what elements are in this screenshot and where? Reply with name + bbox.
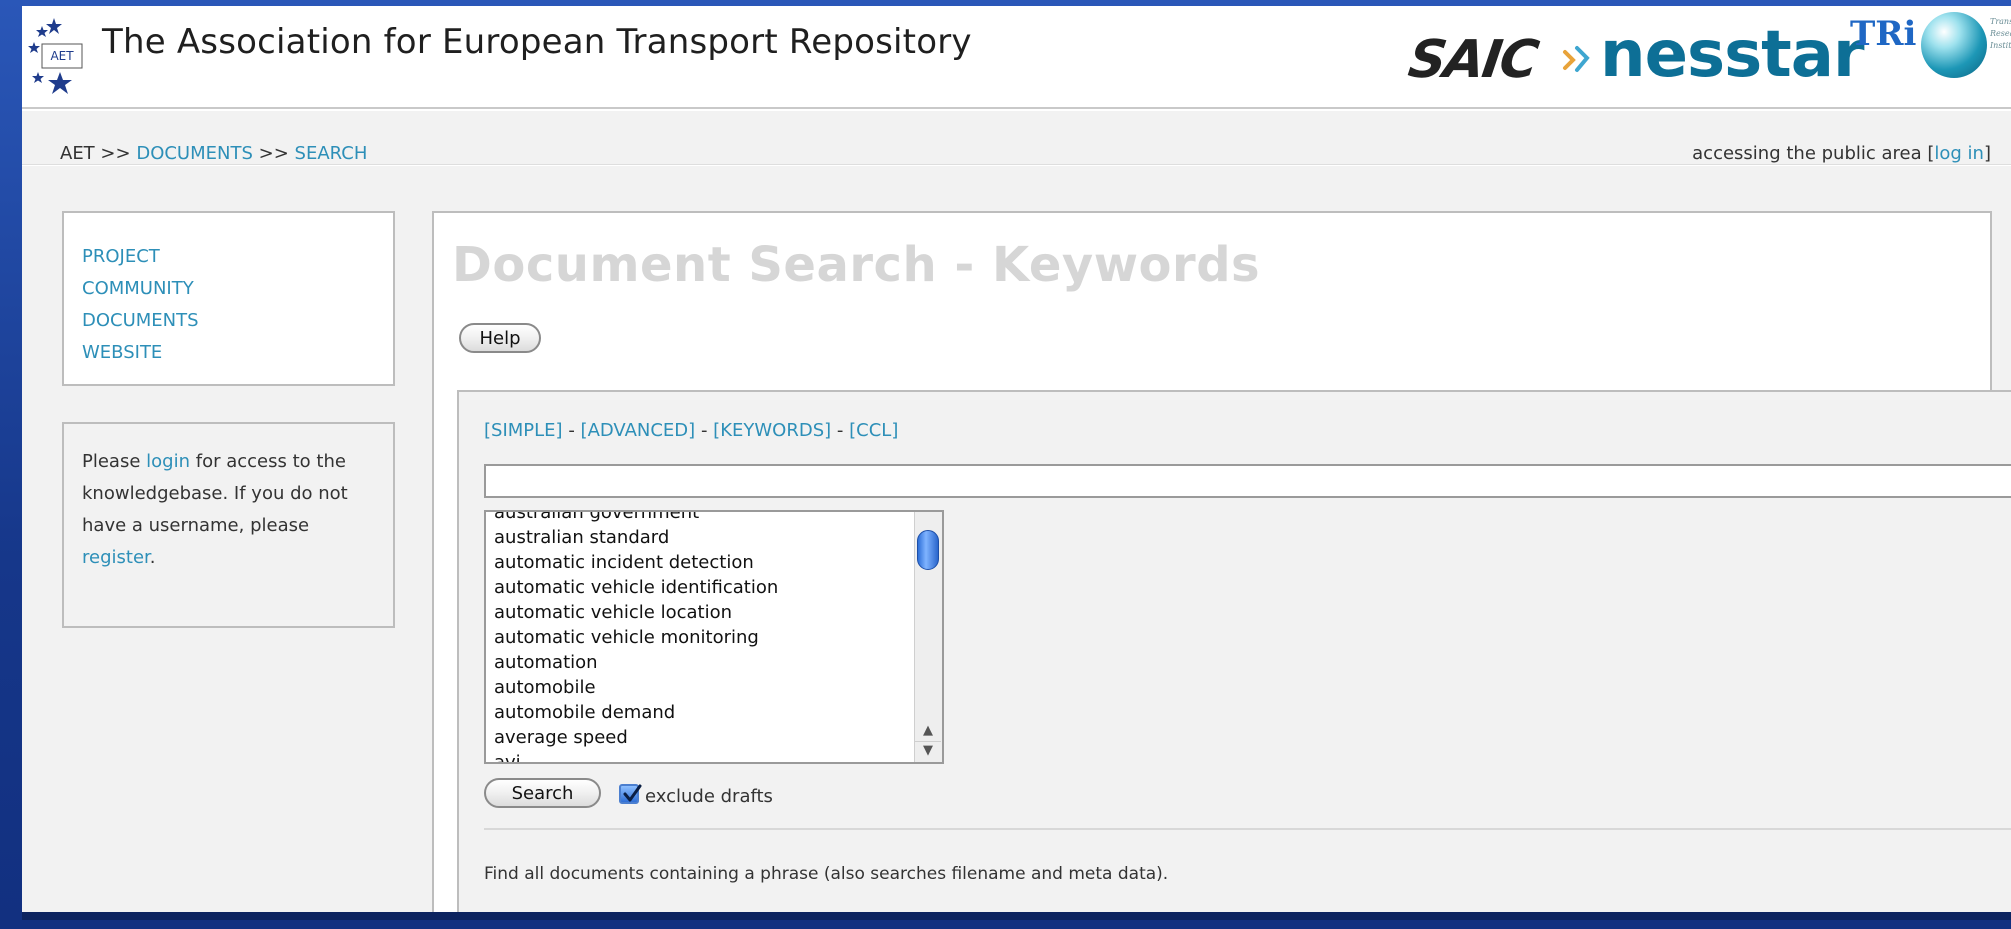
search-button[interactable]: Search <box>484 778 601 808</box>
login-notice: Please login for access to the knowledge… <box>62 422 395 628</box>
login-link[interactable]: login <box>146 451 190 472</box>
browser-window: AET The Association for European Transpo… <box>22 6 2011 912</box>
keyword-option[interactable]: automatic vehicle location <box>494 600 909 625</box>
exclude-drafts-checkbox[interactable] <box>619 784 642 804</box>
nesstar-logo: nesstar <box>1600 18 1864 92</box>
scroll-thumb[interactable] <box>917 530 939 570</box>
tri-globe-icon <box>1921 12 1987 78</box>
keyword-option[interactable]: automatic vehicle identification <box>494 575 909 600</box>
keyword-option[interactable]: australian government <box>494 512 909 525</box>
search-mode-links: [SIMPLE] - [ADVANCED] - [KEYWORDS] - [CC… <box>484 420 899 441</box>
breadcrumb-search[interactable]: SEARCH <box>295 143 368 164</box>
mode-ccl-link[interactable]: [CCL] <box>849 420 898 441</box>
tri-caption: Transport Research Institute <box>1990 17 2011 50</box>
nav-bar: AET >> DOCUMENTS >> SEARCH accessing the… <box>22 111 2011 165</box>
mode-keywords-link[interactable]: [KEYWORDS] <box>713 420 831 441</box>
tri-logo: TRi <box>1850 14 1917 54</box>
nesstar-mark-icon <box>1563 46 1590 72</box>
breadcrumb: AET >> DOCUMENTS >> SEARCH <box>60 143 367 164</box>
keyword-listbox[interactable]: australian government australian standar… <box>484 510 944 764</box>
keyword-option[interactable]: australian standard <box>494 525 909 550</box>
search-panel: [SIMPLE] - [ADVANCED] - [KEYWORDS] - [CC… <box>457 390 2011 912</box>
aet-logo[interactable]: AET <box>28 14 100 104</box>
sidebar-item-project[interactable]: PROJECT <box>82 241 393 273</box>
site-header: AET The Association for European Transpo… <box>22 6 2011 109</box>
page-title: Document Search - Keywords <box>452 237 1261 293</box>
keyword-option[interactable]: avi <box>494 750 909 762</box>
sidebar-item-website[interactable]: WEBSITE <box>82 337 393 369</box>
window-shadow <box>22 912 2011 920</box>
keyword-list: australian government australian standar… <box>494 512 909 762</box>
sidebar-item-documents[interactable]: DOCUMENTS <box>82 305 393 337</box>
access-status: accessing the public area [log in] <box>1692 143 1991 164</box>
breadcrumb-separator: >> <box>100 143 131 164</box>
scroll-up-arrow-icon[interactable]: ▲ <box>915 722 941 740</box>
breadcrumb-documents[interactable]: DOCUMENTS <box>136 143 253 164</box>
register-link[interactable]: register <box>82 547 150 568</box>
keyword-search-input[interactable] <box>484 464 2011 498</box>
sidebar-menu: PROJECT COMMUNITY DOCUMENTS WEBSITE <box>62 211 395 386</box>
mode-advanced-link[interactable]: [ADVANCED] <box>581 420 696 441</box>
aet-logo-text: AET <box>50 49 74 63</box>
keyword-option[interactable]: automobile demand <box>494 700 909 725</box>
keyword-option[interactable]: automatic vehicle monitoring <box>494 625 909 650</box>
access-text: accessing the public area <box>1692 143 1922 164</box>
log-in-link[interactable]: log in <box>1934 143 1984 164</box>
saic-logo: SAIC <box>1404 30 1541 90</box>
breadcrumb-separator: >> <box>258 143 289 164</box>
mode-simple-link[interactable]: [SIMPLE] <box>484 420 563 441</box>
help-button[interactable]: Help <box>459 323 541 353</box>
keyword-option[interactable]: average speed <box>494 725 909 750</box>
keyword-option[interactable]: automation <box>494 650 909 675</box>
keyword-option[interactable]: automatic incident detection <box>494 550 909 575</box>
exclude-drafts-label: exclude drafts <box>645 786 773 807</box>
keyword-option[interactable]: automobile <box>494 675 909 700</box>
breadcrumb-aet[interactable]: AET <box>60 143 95 164</box>
scroll-down-arrow-icon[interactable]: ▼ <box>915 741 941 759</box>
checkmark-icon <box>623 784 642 802</box>
divider <box>484 828 2011 830</box>
listbox-scrollbar[interactable]: ▲ ▼ <box>914 512 942 762</box>
site-title: The Association for European Transport R… <box>102 22 972 62</box>
search-hint: Find all documents containing a phrase (… <box>484 864 1169 884</box>
sidebar-item-community[interactable]: COMMUNITY <box>82 273 393 305</box>
